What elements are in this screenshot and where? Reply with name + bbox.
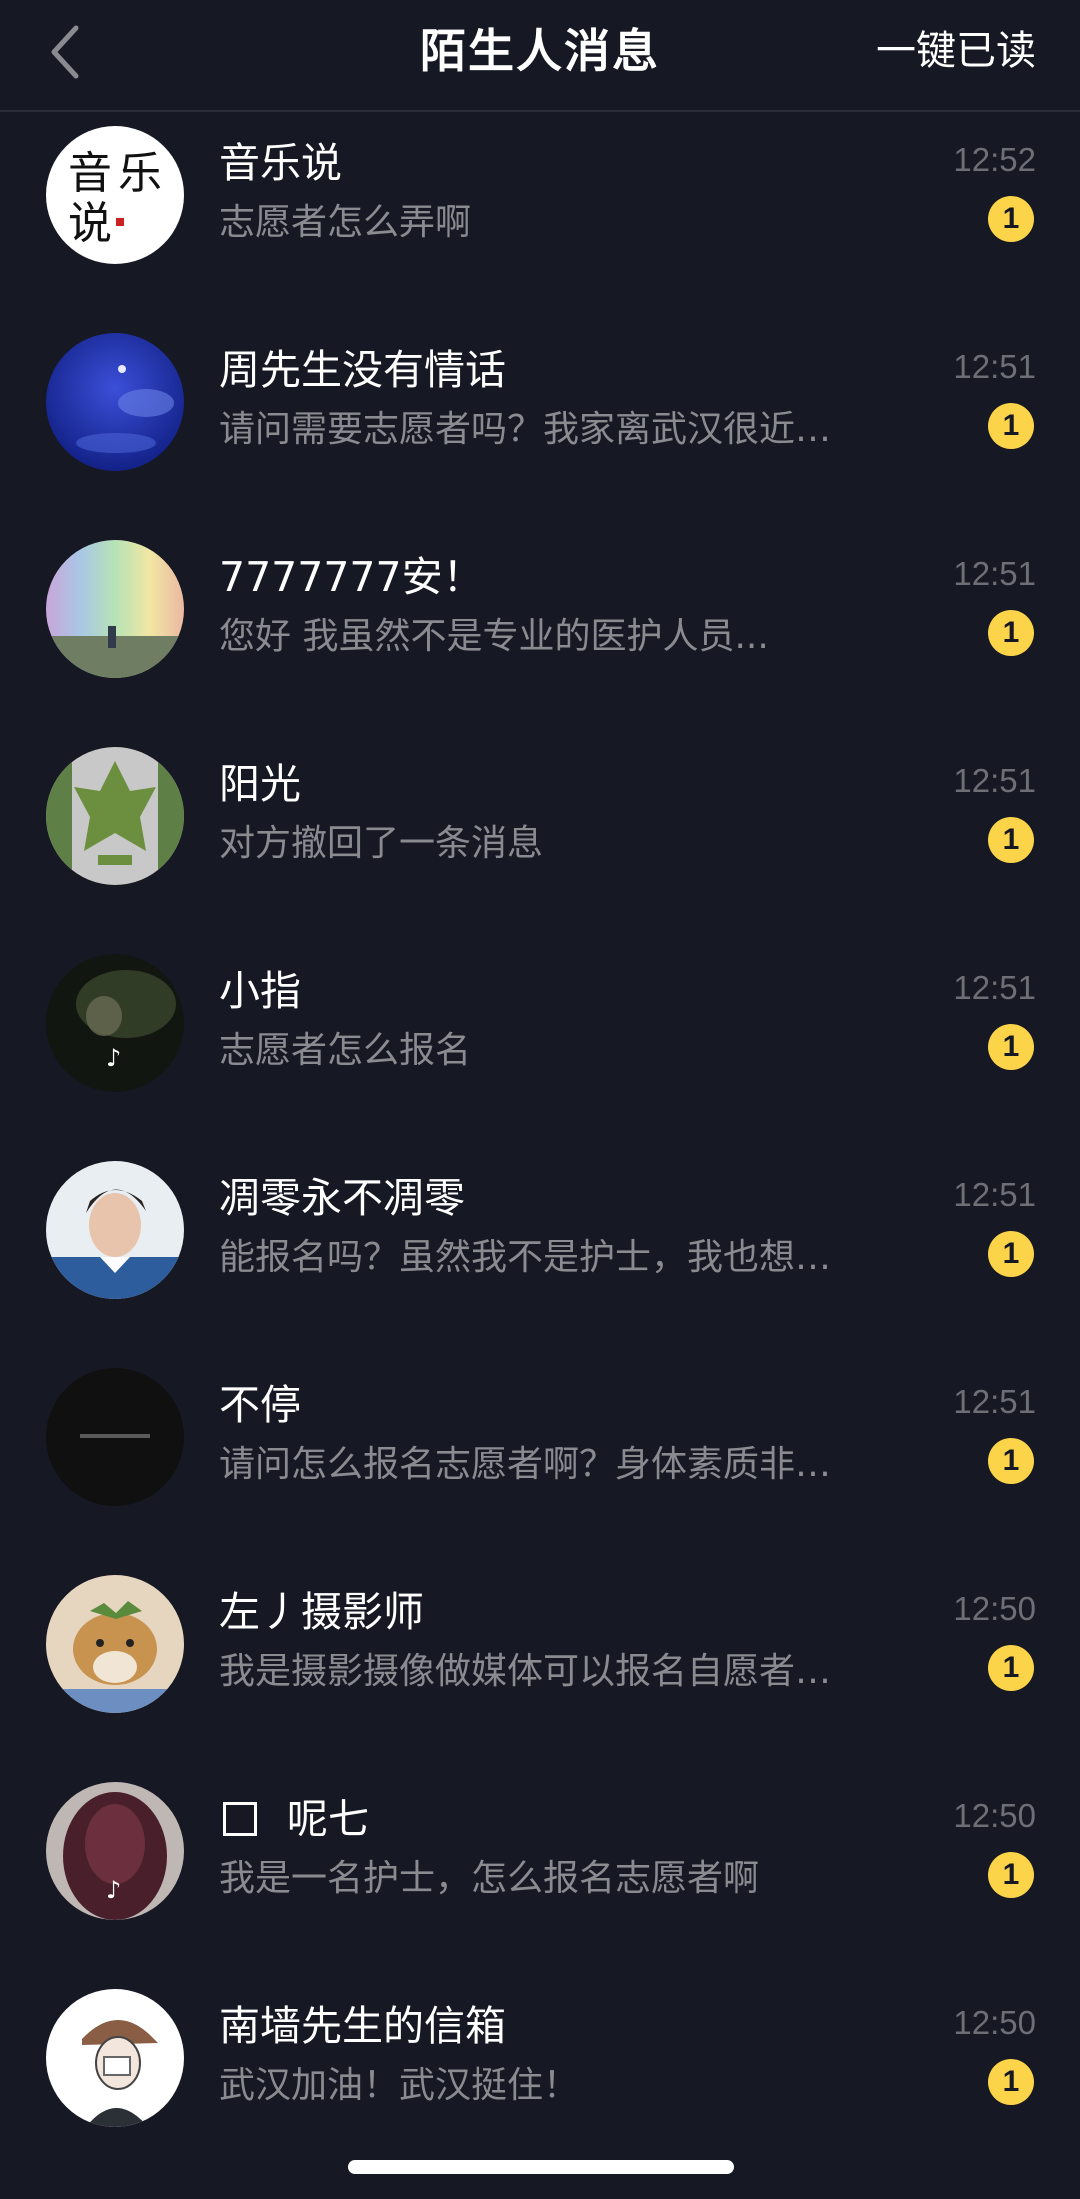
- unread-badge: 1: [988, 1024, 1034, 1070]
- message-time: 12:51: [953, 555, 1036, 592]
- message-preview: 请问需要志愿者吗？我家离武汉很近…: [219, 409, 832, 450]
- unread-badge: 1: [988, 2059, 1034, 2105]
- unread-badge: 1: [988, 1231, 1034, 1277]
- message-preview: 我是一名护士，怎么报名志愿者啊: [219, 1858, 760, 1899]
- message-row-7[interactable]: 左丿摄影师 我是摄影摄像做媒体可以报名自愿者… 12:50 1: [0, 1563, 1080, 1770]
- top-navigation-bar: 陌生人消息 一键已读: [0, 0, 1080, 112]
- avatar[interactable]: 音 乐 说: [46, 126, 184, 264]
- contact-name: 左丿摄影师: [219, 1588, 424, 1636]
- unread-badge: 1: [988, 610, 1034, 656]
- message-row-2[interactable]: 7777777安！ 您好 我虽然不是专业的医护人员... 12:51 1: [0, 528, 1080, 735]
- svg-text:乐: 乐: [118, 148, 162, 199]
- avatar[interactable]: [46, 747, 184, 885]
- contact-name: 不停: [219, 1381, 301, 1429]
- avatar[interactable]: [46, 1161, 184, 1299]
- message-preview: 能报名吗？虽然我不是护士，我也想…: [219, 1237, 832, 1278]
- message-time: 12:51: [953, 1176, 1036, 1213]
- contact-name: 周先生没有情话: [219, 346, 506, 394]
- message-preview: 志愿者怎么弄啊: [219, 202, 472, 243]
- message-row-1[interactable]: 周先生没有情话 请问需要志愿者吗？我家离武汉很近… 12:51 1: [0, 321, 1080, 528]
- svg-text:♪: ♪: [106, 1876, 121, 1904]
- message-time: 12:51: [953, 969, 1036, 1006]
- unread-badge: 1: [988, 1645, 1034, 1691]
- svg-text:说: 说: [68, 198, 112, 249]
- unread-badge: 1: [988, 196, 1034, 242]
- contact-name: 阳光: [219, 760, 301, 808]
- message-row-0[interactable]: 音 乐 说 音乐说 志愿者怎么弄啊 12:52 1: [0, 114, 1080, 321]
- message-row-6[interactable]: 不停 请问怎么报名志愿者啊？身体素质非… 12:51 1: [0, 1356, 1080, 1563]
- message-preview: 对方撤回了一条消息: [219, 823, 544, 864]
- message-time: 12:51: [953, 762, 1036, 799]
- message-row-3[interactable]: 阳光 对方撤回了一条消息 12:51 1: [0, 735, 1080, 942]
- message-row-4[interactable]: ♪ 小指 志愿者怎么报名 12:51 1: [0, 942, 1080, 1149]
- svg-text:音: 音: [68, 148, 112, 199]
- message-time: 12:50: [953, 1590, 1036, 1627]
- checkbox-square-icon: [223, 1802, 257, 1836]
- avatar[interactable]: ♪: [46, 1782, 184, 1920]
- contact-name-text: 呢七: [287, 1795, 369, 1843]
- avatar[interactable]: [46, 1989, 184, 2127]
- unread-badge: 1: [988, 817, 1034, 863]
- message-row-8[interactable]: ♪ 呢七 我是一名护士，怎么报名志愿者啊 12:50 1: [0, 1770, 1080, 1977]
- avatar[interactable]: [46, 1575, 184, 1713]
- message-time: 12:52: [953, 141, 1036, 178]
- message-time: 12:50: [953, 2004, 1036, 2041]
- unread-badge: 1: [988, 1438, 1034, 1484]
- contact-name: 7777777安！: [219, 553, 484, 601]
- avatar[interactable]: ♪: [46, 954, 184, 1092]
- home-indicator[interactable]: [348, 2160, 734, 2174]
- message-time: 12:51: [953, 348, 1036, 385]
- avatar[interactable]: [46, 333, 184, 471]
- contact-name: 小指: [219, 967, 301, 1015]
- message-preview: 志愿者怎么报名: [219, 1030, 472, 1071]
- message-preview: 武汉加油！武汉挺住！: [219, 2065, 580, 2106]
- message-row-5[interactable]: 凋零永不凋零 能报名吗？虽然我不是护士，我也想… 12:51 1: [0, 1149, 1080, 1356]
- message-preview: 您好 我虽然不是专业的医护人员...: [219, 616, 769, 657]
- message-row-9[interactable]: 南墙先生的信箱 武汉加油！武汉挺住！ 12:50 1: [0, 1977, 1080, 2184]
- unread-badge: 1: [988, 1852, 1034, 1898]
- avatar[interactable]: [46, 1368, 184, 1506]
- contact-name: 凋零永不凋零: [219, 1174, 465, 1222]
- contact-name: 呢七: [219, 1792, 369, 1846]
- message-preview: 我是摄影摄像做媒体可以报名自愿者…: [219, 1651, 832, 1692]
- mark-all-read-button[interactable]: 一键已读: [876, 22, 1036, 80]
- svg-text:♪: ♪: [106, 1044, 121, 1072]
- message-preview: 请问怎么报名志愿者啊？身体素质非…: [219, 1444, 832, 1485]
- message-time: 12:50: [953, 1797, 1036, 1834]
- avatar[interactable]: [46, 540, 184, 678]
- contact-name: 南墙先生的信箱: [219, 2002, 506, 2050]
- message-list: 音 乐 说 音乐说 志愿者怎么弄啊 12:52 1 周先生没有情话 请问需要志愿…: [0, 114, 1080, 2184]
- contact-name: 音乐说: [219, 139, 342, 187]
- message-time: 12:51: [953, 1383, 1036, 1420]
- unread-badge: 1: [988, 403, 1034, 449]
